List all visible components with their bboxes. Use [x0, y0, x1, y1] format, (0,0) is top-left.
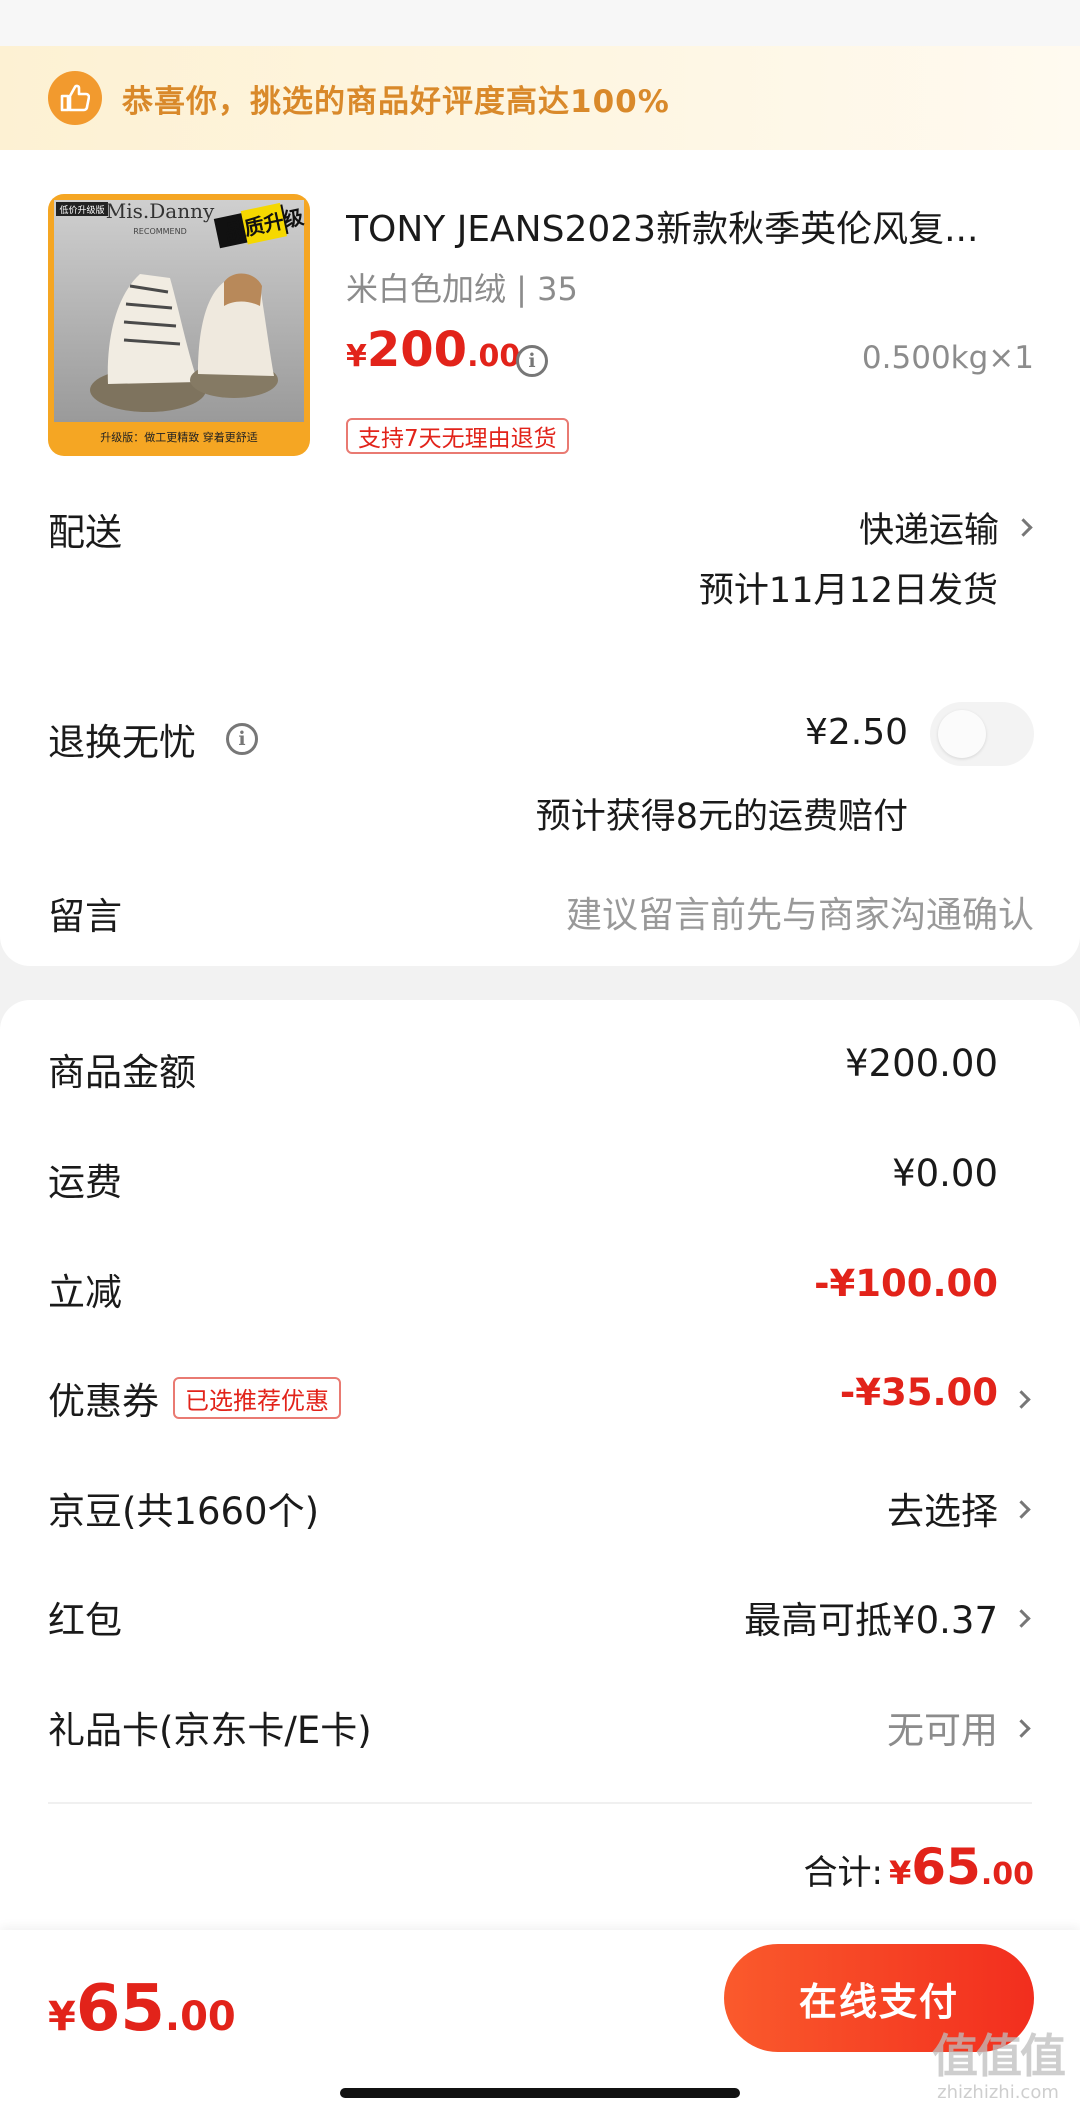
- message-label: 留言: [48, 895, 122, 938]
- return-label: 退换无忧: [48, 721, 196, 764]
- return-policy-tag: 支持7天无理由退货: [346, 418, 569, 454]
- message-input[interactable]: 建议留言前先与商家沟通确认: [566, 886, 1034, 938]
- summary-row-jd-beans[interactable]: 京豆(共1660个) 去选择: [0, 1481, 1080, 1541]
- order-total: 合计: ¥ 65 .00: [804, 1838, 1034, 1896]
- image-footer: 升级版：做工更精致 穿着更舒适: [100, 430, 258, 444]
- checkout-currency: ¥: [48, 1994, 76, 2040]
- checkout-bar: ¥ 65 .00 在线支付 值值值 zhizhizhi.com: [0, 1930, 1080, 2113]
- total-currency: ¥: [888, 1854, 912, 1892]
- summary-value: -¥100.00: [814, 1262, 998, 1305]
- return-insurance-toggle[interactable]: [930, 702, 1034, 766]
- chevron-right-icon: [1012, 1609, 1031, 1628]
- banner-text: 恭喜你，挑选的商品好评度高达100%: [122, 83, 670, 120]
- total-label: 合计:: [803, 1853, 883, 1893]
- summary-row-coupon[interactable]: 优惠券 已选推荐优惠 -¥35.00: [0, 1371, 1080, 1431]
- image-brand: Mis.Danny: [106, 199, 215, 223]
- summary-label: 红包: [48, 1599, 122, 1642]
- checkout-price: ¥ 65 .00: [48, 1972, 236, 2046]
- summary-row-instant-discount: 立减 -¥100.00: [0, 1262, 1080, 1322]
- product-image[interactable]: 低价升级版 Mis.Danny RECOMMEND 品质升级 升级版：做工更精致…: [48, 194, 310, 456]
- product-price-dec: .00: [467, 339, 521, 374]
- summary-label: 优惠券 已选推荐优惠: [48, 1371, 341, 1425]
- summary-value: ¥0.00: [892, 1152, 998, 1195]
- summary-label: 立减: [48, 1271, 122, 1314]
- summary-value: 最高可抵¥0.37: [744, 1599, 998, 1642]
- price-info-icon[interactable]: i: [516, 345, 548, 377]
- return-note: 预计获得8元的运费赔付: [535, 797, 908, 837]
- toggle-knob: [938, 710, 986, 758]
- checkout-int: 65: [75, 1972, 165, 2046]
- total-dec: .00: [980, 1857, 1034, 1892]
- summary-label: 商品金额: [48, 1051, 196, 1094]
- chevron-right-icon: [1012, 1500, 1031, 1519]
- product-title[interactable]: TONY JEANS2023新款秋季英伦风复...: [346, 200, 1036, 252]
- summary-row-goods-amount: 商品金额 ¥200.00: [0, 1042, 1080, 1102]
- shipping-date: 预计11月12日发货: [698, 571, 998, 611]
- image-corner-label: 低价升级版: [59, 204, 104, 216]
- summary-label: 礼品卡(京东卡/E卡): [48, 1709, 372, 1752]
- summary-value: 去选择: [887, 1490, 998, 1533]
- shipping-method[interactable]: 快递运输: [858, 502, 1033, 553]
- checkout-dec: .00: [164, 1994, 236, 2040]
- product-price-currency: ¥: [346, 339, 367, 374]
- coupon-tag: 已选推荐优惠: [173, 1377, 341, 1419]
- order-item-card: 低价升级版 Mis.Danny RECOMMEND 品质升级 升级版：做工更精致…: [0, 150, 1080, 966]
- summary-row-gift-card[interactable]: 礼品卡(京东卡/E卡) 无可用: [0, 1700, 1080, 1760]
- product-price-int: 200: [366, 322, 468, 378]
- summary-row-red-packet[interactable]: 红包 最高可抵¥0.37: [0, 1590, 1080, 1650]
- shipping-method-label: 快递运输: [858, 511, 999, 551]
- summary-row-shipping-fee: 运费 ¥0.00: [0, 1152, 1080, 1212]
- chevron-right-icon: [1012, 1719, 1031, 1738]
- coupon-label: 优惠券: [48, 1380, 159, 1423]
- price-summary-card: 商品金额 ¥200.00 运费 ¥0.00 立减 -¥100.00 优惠券 已选…: [0, 1000, 1080, 1930]
- top-strip: [0, 0, 1080, 46]
- watermark-url: zhizhizhi.com: [937, 2082, 1059, 2103]
- watermark: 值值值 zhizhizhi.com: [932, 2020, 1066, 2103]
- chevron-right-icon: [1014, 518, 1033, 537]
- summary-label: 京豆(共1660个): [48, 1490, 320, 1533]
- product-weight-qty: 0.500kg×1: [861, 340, 1034, 376]
- thumbs-up-icon: [48, 71, 102, 125]
- shipping-label: 配送: [48, 511, 122, 554]
- watermark-logo: 值值值: [932, 2029, 1066, 2083]
- summary-value: -¥35.00: [839, 1371, 998, 1414]
- chevron-right-icon: [1012, 1390, 1031, 1409]
- return-price: ¥2.50: [804, 712, 908, 753]
- rating-banner: 恭喜你，挑选的商品好评度高达100%: [0, 46, 1080, 150]
- total-int: 65: [911, 1838, 981, 1896]
- return-info-icon[interactable]: i: [226, 723, 258, 755]
- product-variant: 米白色加绒 | 35: [346, 270, 578, 308]
- summary-value: 无可用: [887, 1709, 998, 1752]
- divider: [48, 1802, 1032, 1804]
- summary-label: 运费: [48, 1161, 122, 1204]
- summary-value: ¥200.00: [844, 1042, 998, 1085]
- home-indicator: [340, 2088, 740, 2098]
- image-sub: RECOMMEND: [133, 227, 187, 236]
- product-price: ¥ 200 .00: [346, 322, 520, 378]
